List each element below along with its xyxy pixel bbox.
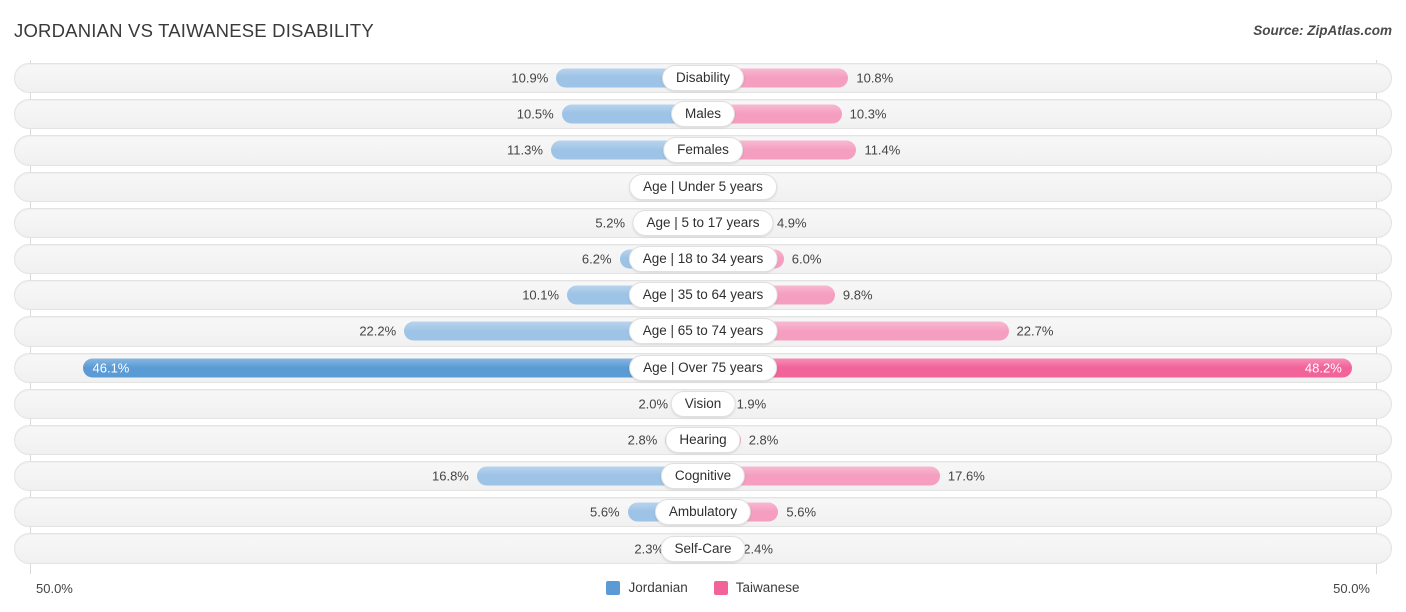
chart-row: 11.3% 11.4% Females xyxy=(0,132,1406,168)
row-category-label: Vision xyxy=(670,390,736,417)
value-label-taiwanese: 1.9% xyxy=(736,396,767,412)
value-label-taiwanese: 4.9% xyxy=(776,215,807,231)
chart-row: 5.2% 4.9% Age | 5 to 17 years xyxy=(0,205,1406,241)
row-category-label: Hearing xyxy=(665,426,741,453)
value-label-jordanian: 2.8% xyxy=(627,432,658,448)
row-category-label: Age | Under 5 years xyxy=(629,173,777,200)
row-category-label: Disability xyxy=(661,65,745,92)
value-label-jordanian: 16.8% xyxy=(432,468,469,484)
row-category-label: Age | 35 to 64 years xyxy=(628,282,778,309)
row-category-label: Age | Over 75 years xyxy=(629,354,777,381)
value-label-taiwanese: 17.6% xyxy=(947,468,985,484)
legend-label: Jordanian xyxy=(628,580,688,595)
bar-taiwanese xyxy=(703,358,1352,378)
value-label-taiwanese: 9.8% xyxy=(842,287,873,303)
value-label-taiwanese: 2.4% xyxy=(743,541,773,557)
value-label-taiwanese: 6.0% xyxy=(791,251,822,267)
chart-row: 10.5% 10.3% Males xyxy=(0,96,1406,132)
value-label-jordanian: 6.2% xyxy=(581,251,612,267)
chart-legend: Jordanian Taiwanese xyxy=(0,580,1406,595)
value-label-jordanian: 2.0% xyxy=(638,396,669,412)
value-label-taiwanese: 11.4% xyxy=(864,142,901,158)
row-category-label: Age | 65 to 74 years xyxy=(628,318,778,345)
row-category-label: Age | 5 to 17 years xyxy=(632,209,774,236)
row-category-label: Males xyxy=(670,101,736,128)
row-category-label: Self-Care xyxy=(660,535,746,562)
source-attribution: Source: ZipAtlas.com xyxy=(1253,23,1392,38)
chart-footer: 50.0% 50.0% Jordanian Taiwanese xyxy=(0,574,1406,612)
value-label-taiwanese: 48.2% xyxy=(1304,360,1342,376)
value-label-taiwanese: 10.3% xyxy=(849,106,887,122)
legend-item[interactable]: Jordanian xyxy=(606,580,688,595)
value-label-jordanian: 46.1% xyxy=(92,360,130,376)
legend-swatch-icon xyxy=(606,580,621,595)
row-category-label: Age | 18 to 34 years xyxy=(628,246,778,273)
chart-row: 10.1% 9.8% Age | 35 to 64 years xyxy=(0,277,1406,313)
row-category-label: Cognitive xyxy=(660,463,746,490)
legend-label: Taiwanese xyxy=(735,580,800,595)
chart-plot-area: 10.9% 10.8% Disability 10.5% 10.3% Males 11.3%… xyxy=(0,60,1406,574)
chart-row: 2.0% 1.9% Vision xyxy=(0,386,1406,422)
legend-swatch-icon xyxy=(713,580,728,595)
legend-item[interactable]: Taiwanese xyxy=(713,580,800,595)
row-category-label: Ambulatory xyxy=(654,499,752,526)
chart-row: 16.8% 17.6% Cognitive xyxy=(0,458,1406,494)
chart-row: 22.2% 22.7% Age | 65 to 74 years xyxy=(0,313,1406,349)
chart-row: 46.1% 48.2% Age | Over 75 years xyxy=(0,350,1406,386)
value-label-jordanian: 5.2% xyxy=(595,215,626,231)
value-label-jordanian: 22.2% xyxy=(359,323,397,339)
value-label-jordanian: 10.1% xyxy=(522,287,560,303)
chart-header: JORDANIAN VS TAIWANESE DISABILITY Source… xyxy=(0,0,1406,58)
bar-jordanian xyxy=(82,358,703,378)
value-label-taiwanese: 22.7% xyxy=(1016,323,1054,339)
chart-row: 2.3% 2.4% Self-Care xyxy=(0,530,1406,566)
page-title: JORDANIAN VS TAIWANESE DISABILITY xyxy=(14,20,374,41)
value-label-taiwanese: 2.8% xyxy=(748,432,779,448)
value-label-taiwanese: 10.8% xyxy=(856,70,894,86)
chart-row: 5.6% 5.6% Ambulatory xyxy=(0,494,1406,530)
row-category-label: Females xyxy=(663,137,743,164)
chart-row: 2.8% 2.8% Hearing xyxy=(0,422,1406,458)
value-label-jordanian: 10.9% xyxy=(511,70,549,86)
chart-row: 6.2% 6.0% Age | 18 to 34 years xyxy=(0,241,1406,277)
value-label-taiwanese: 5.6% xyxy=(786,504,817,520)
value-label-jordanian: 11.3% xyxy=(507,142,543,158)
chart-row: 1.1%1.3%Age | Under 5 years xyxy=(0,169,1406,205)
value-label-jordanian: 5.6% xyxy=(589,504,620,520)
chart-row: 10.9% 10.8% Disability xyxy=(0,60,1406,96)
value-label-jordanian: 10.5% xyxy=(516,106,554,122)
chart-rows: 10.9% 10.8% Disability 10.5% 10.3% Males 11.3%… xyxy=(0,60,1406,567)
